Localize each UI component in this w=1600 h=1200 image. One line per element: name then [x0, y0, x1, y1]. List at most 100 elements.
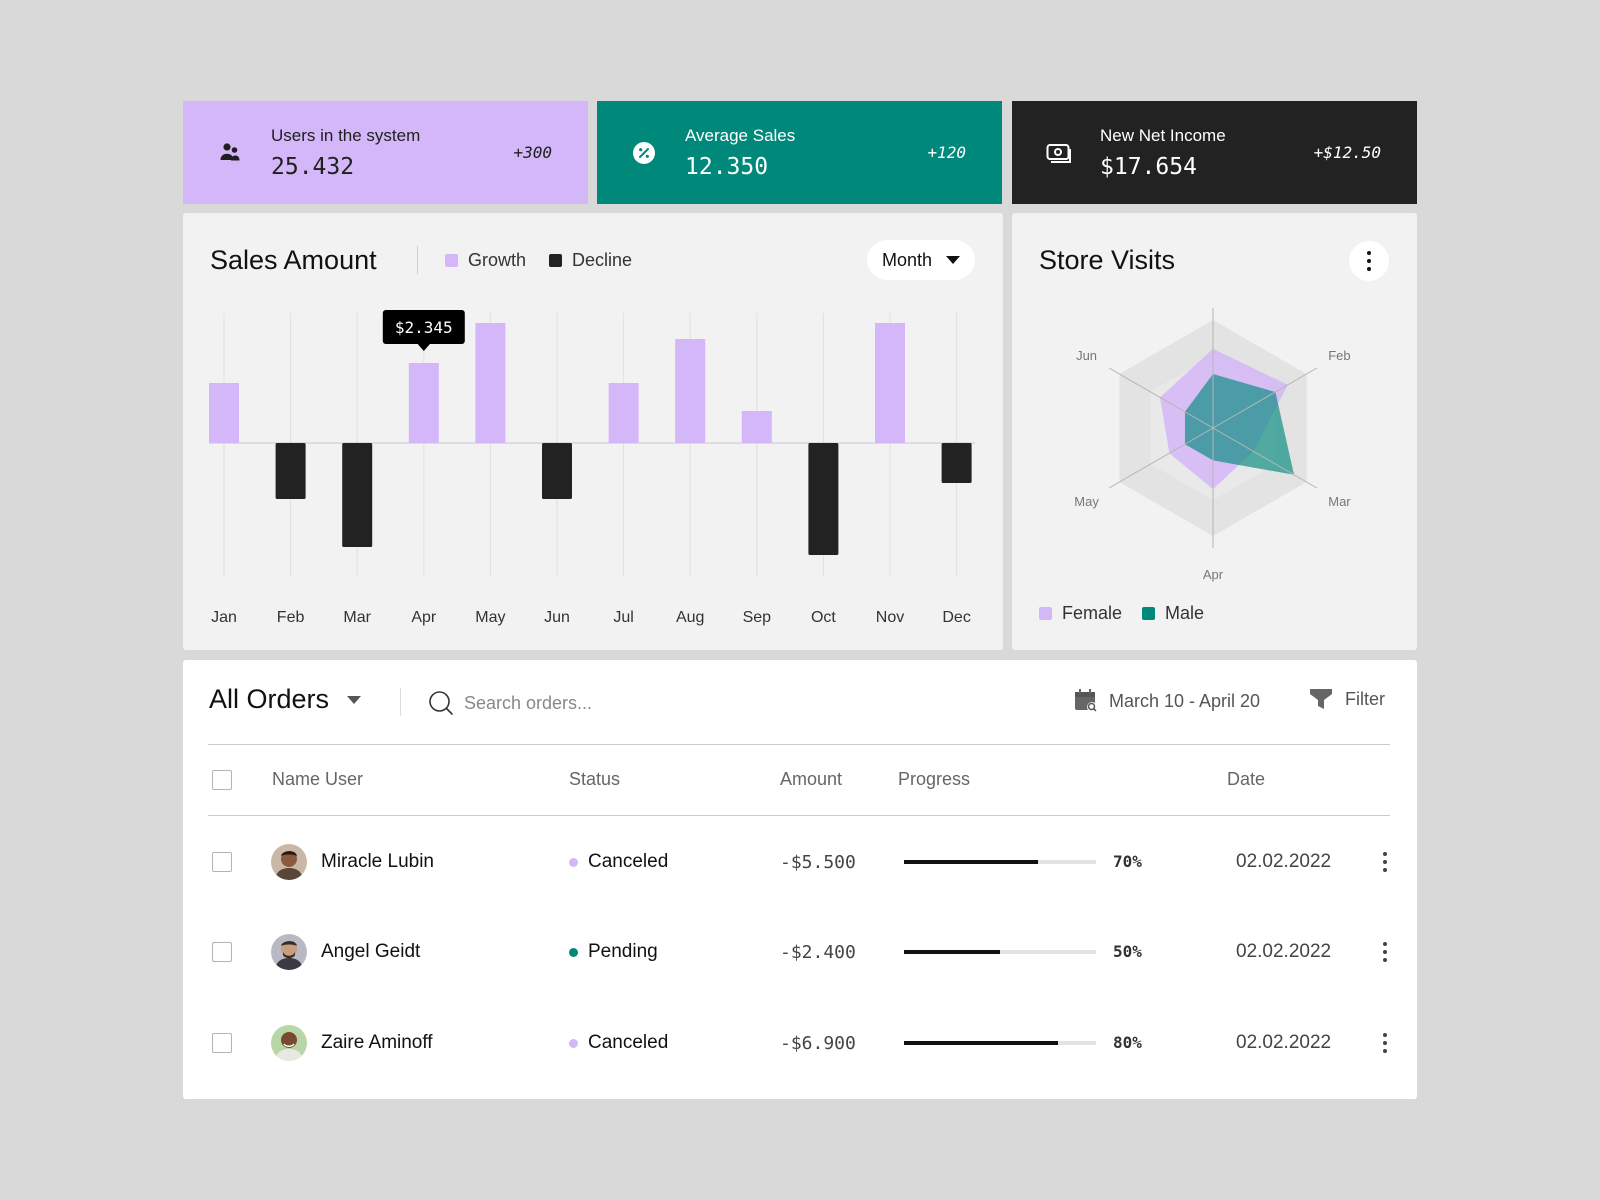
- visits-title: Store Visits: [1039, 245, 1176, 275]
- stat-label: Average Sales: [685, 125, 796, 145]
- status-label: Pending: [588, 941, 658, 962]
- x-tick-label: May: [475, 609, 505, 626]
- bar-growth-nov[interactable]: [875, 323, 905, 443]
- filter-icon: [1310, 689, 1332, 709]
- bar-decline-oct[interactable]: [808, 443, 839, 555]
- status-label: Canceled: [588, 851, 669, 872]
- status-badge: Canceled: [569, 851, 668, 873]
- progress-bar: [904, 1041, 1096, 1045]
- x-tick-label: Mar: [343, 609, 371, 626]
- x-tick-label: Dec: [942, 609, 970, 626]
- status-badge: Pending: [569, 941, 658, 963]
- progress-bar: [904, 950, 1096, 954]
- search-input[interactable]: [464, 692, 684, 714]
- search-box: [428, 688, 688, 718]
- more-vertical-icon: [1383, 1033, 1387, 1053]
- percent-badge-icon: [629, 138, 659, 168]
- column-header-progress[interactable]: Progress: [898, 769, 970, 790]
- tooltip-label: $2.345: [395, 318, 453, 337]
- status-badge: Canceled: [569, 1032, 668, 1054]
- more-options-button[interactable]: [1349, 241, 1389, 281]
- bar-decline-mar[interactable]: [342, 443, 373, 547]
- bar-growth-apr[interactable]: [408, 363, 439, 443]
- bar-growth-sep[interactable]: [741, 411, 772, 443]
- search-icon: [429, 691, 453, 715]
- progress-fill: [904, 1041, 1058, 1045]
- order-amount: -$5.500: [780, 852, 856, 873]
- status-label: Canceled: [588, 1032, 669, 1053]
- column-header-date[interactable]: Date: [1227, 769, 1265, 790]
- order-amount: -$6.900: [780, 1033, 856, 1054]
- legend-label-female: Female: [1062, 603, 1123, 623]
- column-header-amount[interactable]: Amount: [780, 769, 842, 790]
- row-menu-button[interactable]: [1375, 850, 1395, 874]
- table-row[interactable]: Zaire Aminoff Canceled -$6.900 80% 02.02…: [183, 1013, 1417, 1073]
- column-header-status[interactable]: Status: [569, 769, 620, 790]
- progress-fill: [904, 950, 1000, 954]
- header-divider: [400, 688, 401, 716]
- avatar: [271, 844, 307, 880]
- bar-growth-jul[interactable]: [608, 383, 639, 443]
- row-checkbox[interactable]: [212, 1033, 232, 1053]
- store-visits-radar-chart: Jan Feb Mar Apr May Jun: [1074, 288, 1351, 582]
- legend-label-male: Male: [1165, 603, 1205, 623]
- filter-button[interactable]: Filter: [1309, 688, 1385, 710]
- orders-title: All Orders: [209, 684, 330, 714]
- bar-growth-may[interactable]: [475, 323, 506, 443]
- x-tick-label: Apr: [411, 609, 437, 626]
- stat-label: New Net Income: [1100, 125, 1226, 145]
- legend-swatch-male: [1142, 607, 1155, 620]
- x-tick-label: Feb: [277, 609, 305, 626]
- row-menu-button[interactable]: [1375, 1031, 1395, 1055]
- stat-card-net-income[interactable]: New Net Income $17.654 +$12.50: [1012, 101, 1417, 204]
- row-menu-button[interactable]: [1375, 940, 1395, 964]
- order-date: 02.02.2022: [1236, 851, 1332, 872]
- header-separator: [208, 744, 1390, 745]
- legend-swatch-female: [1039, 607, 1052, 620]
- user-name: Angel Geidt: [321, 941, 421, 962]
- progress-percent: 80%: [1113, 1033, 1142, 1052]
- legend-male: Male: [1142, 603, 1204, 624]
- x-tick-label: Sep: [743, 609, 772, 626]
- x-tick-label: Jun: [544, 609, 570, 626]
- stat-delta: +$12.50: [1313, 143, 1381, 162]
- table-header-separator: [208, 815, 1390, 816]
- stat-value: $17.654: [1100, 153, 1197, 180]
- more-vertical-icon: [1367, 251, 1371, 271]
- order-date: 02.02.2022: [1236, 941, 1332, 962]
- bar-growth-aug[interactable]: [675, 339, 706, 443]
- user-name: Miracle Lubin: [321, 851, 434, 872]
- bar-decline-jun[interactable]: [542, 443, 572, 499]
- bar-decline-dec[interactable]: [941, 443, 972, 483]
- more-vertical-icon: [1383, 852, 1387, 872]
- orders-view-dropdown[interactable]: All Orders: [209, 684, 362, 715]
- stat-card-average-sales[interactable]: Average Sales 12.350 +120: [597, 101, 1002, 204]
- stat-label: Users in the system: [271, 125, 421, 145]
- orders-panel: All Orders March 10 - April 20 Filter Na…: [183, 660, 1417, 1099]
- calendar-search-icon: [1075, 689, 1097, 712]
- stat-card-users[interactable]: Users in the system 25.432 +300: [183, 101, 588, 204]
- bar-decline-feb[interactable]: [275, 443, 306, 499]
- x-tick-label: Oct: [811, 609, 836, 626]
- radar-axis-label: Jan: [1203, 288, 1224, 290]
- status-dot: [569, 1038, 578, 1048]
- more-vertical-icon: [1383, 942, 1387, 962]
- table-row[interactable]: Angel Geidt Pending -$2.400 50% 02.02.20…: [183, 922, 1417, 982]
- radar-axis-label: Mar: [1328, 494, 1351, 509]
- column-header-name[interactable]: Name User: [272, 769, 363, 790]
- user-name: Zaire Aminoff: [321, 1032, 433, 1053]
- row-checkbox[interactable]: [212, 852, 232, 872]
- legend-female: Female: [1039, 603, 1122, 624]
- tooltip-pointer: [416, 343, 431, 351]
- sales-bar-chart: Jan Feb Mar Apr May Jun Jul Aug Sep Oct Nov Dec $2.3…: [209, 310, 975, 626]
- x-tick-label: Jul: [613, 609, 633, 626]
- table-row[interactable]: Miracle Lubin Canceled -$5.500 70% 02.02…: [183, 832, 1417, 892]
- date-range-picker[interactable]: March 10 - April 20: [1073, 688, 1260, 714]
- x-tick-label: Aug: [676, 609, 704, 626]
- bar-tooltip: $2.345: [382, 310, 465, 351]
- select-all-checkbox[interactable]: [212, 770, 232, 790]
- caret-down-icon: [347, 695, 362, 704]
- radar-axis-label: Jun: [1076, 348, 1097, 363]
- bar-growth-jan[interactable]: [209, 383, 239, 443]
- row-checkbox[interactable]: [212, 942, 232, 962]
